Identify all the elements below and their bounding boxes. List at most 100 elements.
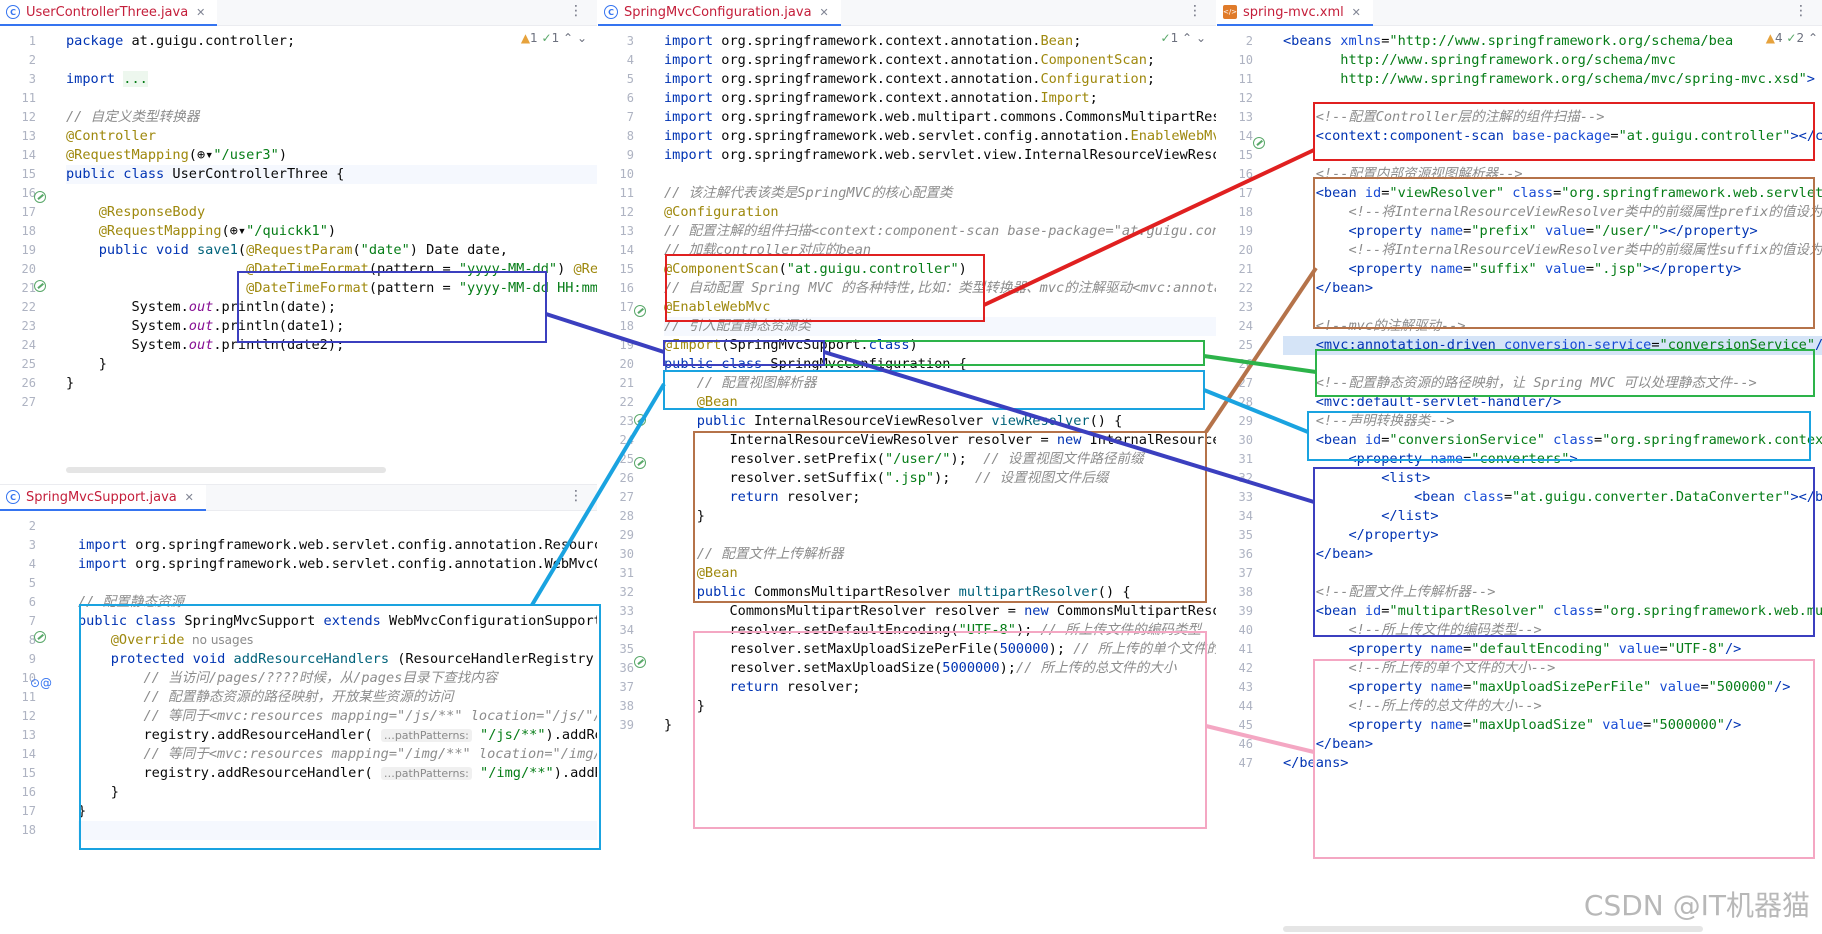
- code-token: ".jsp": [1594, 261, 1644, 277]
- code-token: Bean: [1040, 33, 1074, 49]
- line-number: 2: [28, 519, 36, 533]
- config-gutter-icon[interactable]: [34, 631, 46, 643]
- code-line: // 引入配置静态资源类: [664, 317, 1216, 336]
- line-number: 6: [28, 595, 36, 609]
- line-number: 18: [21, 224, 36, 238]
- bean-gutter-icon[interactable]: [634, 414, 646, 426]
- more-options-icon[interactable]: ⋮: [1188, 3, 1202, 19]
- code-token: name: [1430, 679, 1464, 695]
- tab-label: SpringMvcSupport.java: [26, 489, 177, 505]
- code-token: value: [1544, 261, 1586, 277]
- code-area[interactable]: <beans xmlns = "http://www.springframework…: [1283, 26, 1822, 934]
- code-line: <!--配置内部资源视图解析器-->: [1283, 165, 1523, 184]
- code-token: "converters": [1471, 451, 1570, 467]
- code-line: </bean>: [1283, 279, 1373, 298]
- code-area[interactable]: import org.springframework.context.annot…: [664, 26, 1216, 934]
- line-number: 17: [21, 804, 36, 818]
- tab-spring-mvc-support[interactable]: C SpringMvcSupport.java ✕: [0, 485, 206, 511]
- line-number: 15: [21, 167, 36, 181]
- code-token: class: [1463, 489, 1504, 505]
- close-icon[interactable]: ✕: [818, 6, 831, 19]
- line-number: 21: [21, 281, 36, 295]
- bean-gutter-icon[interactable]: [34, 191, 46, 203]
- code-token: Configuration: [1040, 71, 1147, 87]
- line-number: 24: [1238, 319, 1253, 333]
- code-line: <!--配置Controller层的注解的组件扫描-->: [1283, 108, 1605, 127]
- line-number: 41: [1238, 642, 1253, 656]
- code-token: …pathPatterns:: [380, 767, 472, 780]
- line-number: 21: [1238, 262, 1253, 276]
- code-token: name: [1430, 451, 1464, 467]
- code-token: }: [78, 784, 119, 800]
- more-options-icon[interactable]: ⋮: [1794, 3, 1808, 19]
- code-line: import ...: [66, 70, 148, 89]
- horizontal-scrollbar[interactable]: [66, 467, 386, 473]
- more-options-icon[interactable]: ⋮: [569, 3, 583, 19]
- line-number: 44: [1238, 699, 1253, 713]
- code-token: package: [66, 33, 132, 49]
- line-number: 2: [1245, 34, 1253, 48]
- code-line: <context:component-scan base-package="at…: [1283, 127, 1822, 146]
- code-token: out: [188, 299, 214, 315]
- code-line: System.out.println(date2);: [66, 336, 344, 355]
- code-token: EnableWebMv: [1130, 128, 1216, 144]
- close-icon[interactable]: ✕: [194, 6, 207, 19]
- code-area[interactable]: import org.springframework.web.servlet.c…: [78, 511, 597, 934]
- code-line: // 加载controller对应的bean: [664, 241, 871, 260]
- line-number: 23: [1238, 300, 1253, 314]
- code-token: out: [188, 318, 214, 334]
- more-options-icon[interactable]: ⋮: [569, 488, 583, 504]
- java-class-icon: C: [6, 490, 20, 504]
- line-number: 36: [1238, 547, 1253, 561]
- code-token: "/user/": [884, 451, 951, 467]
- code-token: />: [1725, 641, 1742, 657]
- code-token: name: [1430, 223, 1464, 239]
- override-gutter-icon[interactable]: ⊙@: [30, 676, 52, 690]
- code-line: <mvc:annotation-driven conversion-servic…: [1283, 336, 1822, 355]
- editor-pane-user-controller-three: C UserControllerThree.java ✕ ⋮ ▲1 ✓1 ⌃ ⌄…: [0, 0, 597, 475]
- tab-user-controller-three[interactable]: C UserControllerThree.java ✕: [0, 0, 218, 26]
- bean-gutter-icon[interactable]: [634, 305, 646, 317]
- line-number: 32: [619, 585, 634, 599]
- tab-spring-mvc-configuration[interactable]: C SpringMvcConfiguration.java ✕: [598, 0, 841, 26]
- code-token: resolver.setMaxUploadSizePerFile(: [664, 641, 1000, 657]
- code-token: ;: [1073, 33, 1082, 49]
- line-number: 14: [21, 148, 36, 162]
- code-token: );: [1015, 622, 1041, 638]
- code-line: <property name="suffix" value=".jsp"></p…: [1283, 260, 1741, 279]
- line-number: 12: [619, 205, 634, 219]
- line-number: 19: [1238, 224, 1253, 238]
- bean-gutter-icon[interactable]: [634, 656, 646, 668]
- java-class-icon: C: [6, 5, 20, 19]
- code-area[interactable]: package at.guigu.controller; import ... //…: [66, 26, 597, 475]
- code-token: () {: [1089, 413, 1123, 429]
- code-line: @Bean: [664, 564, 738, 583]
- code-token: ) Date date,: [409, 242, 508, 258]
- line-number: 10: [1238, 53, 1253, 67]
- code-token: }: [78, 803, 87, 819]
- code-line: http://www.springframework.org/schema/mv…: [1283, 70, 1815, 89]
- line-number: 39: [1238, 604, 1253, 618]
- code-token: value: [1618, 641, 1660, 657]
- bean-gutter-icon[interactable]: [634, 457, 646, 469]
- line-number: 28: [1238, 395, 1253, 409]
- line-number: 9: [626, 148, 634, 162]
- line-number: 15: [1238, 148, 1253, 162]
- horizontal-scrollbar[interactable]: [1283, 926, 1703, 932]
- code-token: addResourceHandlers: [233, 651, 398, 667]
- tab-spring-mvc-xml[interactable]: </> spring-mvc.xml ✕: [1217, 0, 1373, 26]
- close-icon[interactable]: ✕: [183, 491, 196, 504]
- bean-gutter-icon[interactable]: [1253, 137, 1265, 149]
- code-line: <bean class="at.guigu.converter.DataConv…: [1283, 488, 1822, 507]
- line-number: 30: [619, 547, 634, 561]
- line-number: 42: [1238, 661, 1253, 675]
- bean-gutter-icon[interactable]: [34, 280, 46, 292]
- code-token: CommonsMultipartResolver resolver =: [664, 603, 1025, 619]
- code-token: org.springframework.context.annotation.: [721, 90, 1041, 106]
- close-icon[interactable]: ✕: [1350, 6, 1363, 19]
- line-number: 19: [619, 338, 634, 352]
